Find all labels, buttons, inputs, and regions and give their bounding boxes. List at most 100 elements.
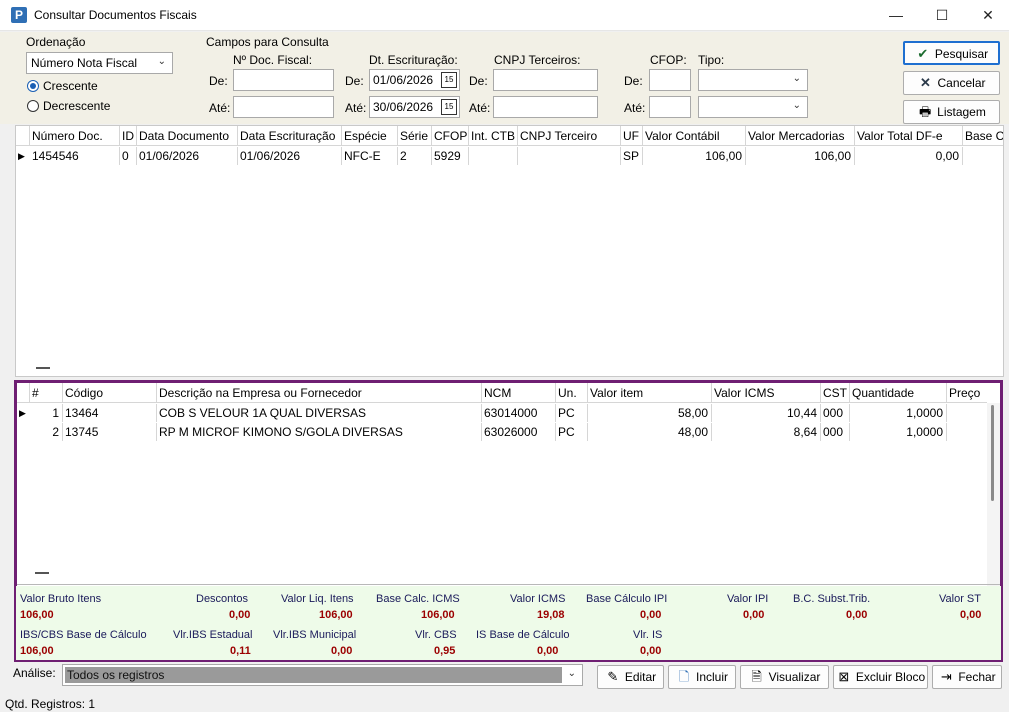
exit-door-icon: ⇥: [940, 669, 952, 684]
title-bar: P Consultar Documentos Fiscais — ☐ ✕: [0, 0, 1009, 31]
dt-to-input[interactable]: 30/06/2026 15: [369, 96, 460, 118]
total-value: 0,95: [434, 645, 456, 657]
col-uf[interactable]: UF: [621, 126, 643, 146]
cnpj-to-label: Até:: [469, 101, 491, 115]
cell-ncm: 63014000: [482, 404, 556, 422]
cell-valor-total: 0,00: [855, 147, 963, 165]
editar-button[interactable]: ✎ Editar: [597, 665, 664, 689]
col-valor-contabil[interactable]: Valor Contábil: [643, 126, 746, 146]
visualizar-button[interactable]: 🗎 Visualizar: [740, 665, 829, 689]
ordering-select[interactable]: Número Nota Fiscal ⌄: [26, 52, 173, 74]
doc-to-label: Até:: [209, 101, 231, 115]
doc-to-input[interactable]: [233, 96, 334, 118]
cancelar-button[interactable]: ✕ Cancelar: [903, 71, 1000, 95]
col-serie[interactable]: Série: [398, 126, 432, 146]
col-cnpj-terceiro[interactable]: CNPJ Terceiro: [518, 126, 621, 146]
total-value: 106,00: [20, 645, 54, 657]
total-value: 0,00: [640, 645, 662, 657]
col-preco[interactable]: Preço: [947, 383, 987, 403]
col-valor-item[interactable]: Valor item: [588, 383, 712, 403]
col-ncm[interactable]: NCM: [482, 383, 556, 403]
close-icon[interactable]: ✕: [965, 0, 1009, 31]
maximize-icon[interactable]: ☐: [919, 0, 965, 31]
calendar-icon[interactable]: 15: [441, 99, 457, 115]
col-descricao[interactable]: Descrição na Empresa ou Fornecedor: [157, 383, 482, 403]
col-cfop[interactable]: CFOP: [432, 126, 469, 146]
document-view-icon: 🗎: [751, 669, 762, 684]
total-value: 106,00: [319, 609, 353, 621]
excluir-bloco-button[interactable]: ⊠ Excluir Bloco: [833, 665, 928, 689]
items-grid-header: # Código Descrição na Empresa ou Fornece…: [17, 383, 987, 403]
total-label: Valor ST: [939, 593, 981, 605]
ordering-selected-value: Número Nota Fiscal: [31, 56, 138, 70]
cfop-from-input[interactable]: [649, 69, 691, 91]
total-label: IBS/CBS Base de Cálculo: [20, 629, 147, 641]
col-data-escrituracao[interactable]: Data Escrituração: [238, 126, 342, 146]
col-id[interactable]: ID: [120, 126, 137, 146]
col-item-number[interactable]: #: [30, 383, 63, 403]
row-pointer-icon: ▶: [18, 151, 25, 161]
checkmark-icon: ✔: [917, 46, 929, 61]
calendar-icon[interactable]: 15: [441, 72, 457, 88]
table-row[interactable]: ▶ 1454546 0 01/06/2026 01/06/2026 NFC-E …: [16, 147, 1003, 165]
listagem-button[interactable]: 🖶 Listagem: [903, 100, 1000, 124]
cell-id: 0: [120, 147, 137, 165]
documents-grid[interactable]: Número Doc. ID Data Documento Data Escri…: [15, 125, 1004, 377]
cfop-to-input[interactable]: [649, 96, 691, 118]
total-label: Descontos: [196, 593, 248, 605]
col-valor-icms[interactable]: Valor ICMS: [712, 383, 821, 403]
editar-label: Editar: [624, 670, 657, 684]
col-especie[interactable]: Espécie: [342, 126, 398, 146]
total-value: 0,00: [743, 609, 765, 621]
cell-cnpj: [518, 147, 621, 165]
col-codigo[interactable]: Código: [63, 383, 157, 403]
cell-quantidade: 1,0000: [850, 423, 947, 441]
doc-from-label: De:: [209, 74, 228, 88]
col-numero-doc[interactable]: Número Doc.: [30, 126, 120, 146]
tipo-label: Tipo:: [698, 53, 725, 67]
scrollbar-thumb[interactable]: [991, 405, 994, 501]
splitter-handle[interactable]: [36, 367, 50, 369]
total-label: Base Calc. ICMS: [376, 593, 460, 605]
radio-ascending[interactable]: [27, 80, 39, 92]
col-valor-total-dfe[interactable]: Valor Total DF-e: [855, 126, 963, 146]
table-row[interactable]: 2 13745 RP M MICROF KIMONO S/GOLA DIVERS…: [17, 423, 987, 441]
analise-selected-highlight: Todos os registros: [65, 667, 562, 683]
doc-from-input[interactable]: [233, 69, 334, 91]
cancel-x-icon: ✕: [920, 75, 931, 90]
cell-data-doc: 01/06/2026: [137, 147, 238, 165]
dt-from-label: De:: [345, 74, 364, 88]
analise-select[interactable]: Todos os registros ⌄: [62, 664, 583, 686]
new-document-icon: 🗋: [678, 669, 690, 684]
cell-valor-merc: 106,00: [746, 147, 855, 165]
visualizar-label: Visualizar: [768, 670, 821, 684]
col-data-documento[interactable]: Data Documento: [137, 126, 238, 146]
ordering-title: Ordenação: [26, 35, 86, 49]
cnpj-to-input[interactable]: [493, 96, 598, 118]
cell-codigo: 13464: [63, 404, 157, 422]
items-scrollbar[interactable]: [987, 403, 1000, 586]
app-logo-icon: P: [11, 7, 27, 23]
col-base-calc[interactable]: Base C: [963, 126, 1003, 146]
radio-descending[interactable]: [27, 100, 39, 112]
splitter-handle[interactable]: [35, 572, 49, 574]
col-cst[interactable]: CST: [821, 383, 850, 403]
col-valor-mercadorias[interactable]: Valor Mercadorias: [746, 126, 855, 146]
table-row[interactable]: ▶ 1 13464 COB S VELOUR 1A QUAL DIVERSAS …: [17, 404, 987, 422]
incluir-button[interactable]: 🗋 Incluir: [668, 665, 736, 689]
radio-descending-label: Decrescente: [43, 99, 111, 113]
minimize-icon[interactable]: —: [873, 0, 919, 31]
cnpj-from-input[interactable]: [493, 69, 598, 91]
analise-label: Análise:: [13, 666, 56, 680]
col-int-ctb[interactable]: Int. CTB: [469, 126, 518, 146]
col-un[interactable]: Un.: [556, 383, 588, 403]
fechar-button[interactable]: ⇥ Fechar: [932, 665, 1002, 689]
tipo-to-select[interactable]: ⌄: [698, 96, 808, 118]
col-quantidade[interactable]: Quantidade: [850, 383, 947, 403]
dt-from-input[interactable]: 01/06/2026 15: [369, 69, 460, 91]
chevron-down-icon: ⌄: [792, 73, 801, 84]
pesquisar-button[interactable]: ✔ Pesquisar: [903, 41, 1000, 65]
tipo-from-select[interactable]: ⌄: [698, 69, 808, 91]
incluir-label: Incluir: [695, 670, 728, 684]
cell-cst: 000: [821, 423, 850, 441]
